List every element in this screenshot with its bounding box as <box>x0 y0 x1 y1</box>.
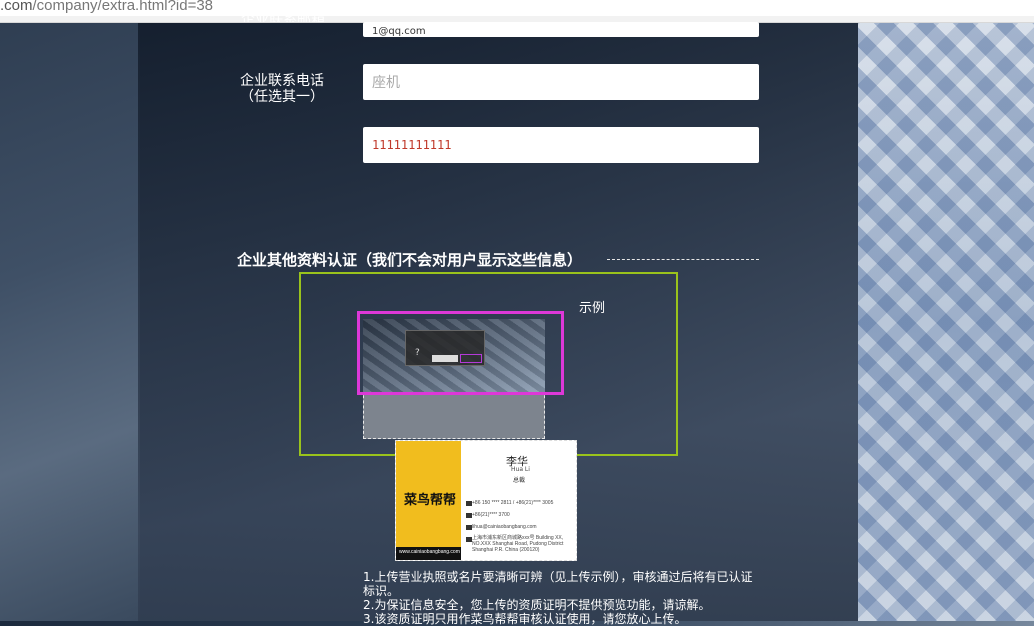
card-fax: +86(21)**** 3700 <box>472 512 510 518</box>
card-position: 总裁 <box>513 477 526 484</box>
card-website: www.cainiaobangbang.com <box>399 549 460 555</box>
phone-label-main: 企业联系电话 <box>240 73 324 89</box>
card-phone: +86 150 **** 2811 / +86(21)**** 3005 <box>472 500 554 506</box>
section-title: 企业其他资料认证（我们不会对用户显示这些信息） <box>237 251 583 269</box>
card-brand-logo: 菜鸟帮帮 <box>404 493 457 508</box>
card-email: lihua@cainiaobangbang.com <box>472 524 537 530</box>
upload-notes: 1.上传营业执照或名片要清晰可辨（见上传示例），审核通过后将有已认证标识。 2.… <box>363 570 763 626</box>
note-item: 1.上传营业执照或名片要清晰可辨（见上传示例），审核通过后将有已认证标识。 <box>363 570 753 598</box>
background-left <box>0 22 140 621</box>
landline-input[interactable]: 座机 <box>363 64 759 100</box>
url-path: /company/extra.html?id=38 <box>32 0 214 14</box>
address-bar[interactable]: .com/company/extra.html?id=38 <box>0 0 1034 17</box>
highlight-green-box <box>299 272 678 456</box>
note-item: 3.该资质证明只用作菜鸟帮帮审核认证使用，请您放心上传。 <box>363 612 687 626</box>
section-divider <box>607 259 759 260</box>
note-item: 2.为保证信息安全，您上传的资质证明不提供预览功能，请谅解。 <box>363 598 711 612</box>
email-input[interactable]: 1@qq.com <box>363 22 759 37</box>
email-label: 企业联系邮箱 <box>241 12 325 22</box>
phone-label-hint: （任选其一） <box>240 89 324 105</box>
mobile-input[interactable]: 11111111111 <box>363 127 759 163</box>
sample-business-card: 菜鸟帮帮 www.cainiaobangbang.com 李华 Hua Li 总… <box>395 440 577 561</box>
phone-label: 企业联系电话 （任选其一） <box>238 73 326 105</box>
url-domain: .com <box>0 0 33 14</box>
example-label: 示例 <box>579 301 606 316</box>
card-name-en: Hua Li <box>511 466 530 473</box>
background-right <box>858 22 1034 621</box>
card-address: 上海市浦东新区商城路xxx号 Building XX, NO.XXX Shang… <box>472 535 564 553</box>
